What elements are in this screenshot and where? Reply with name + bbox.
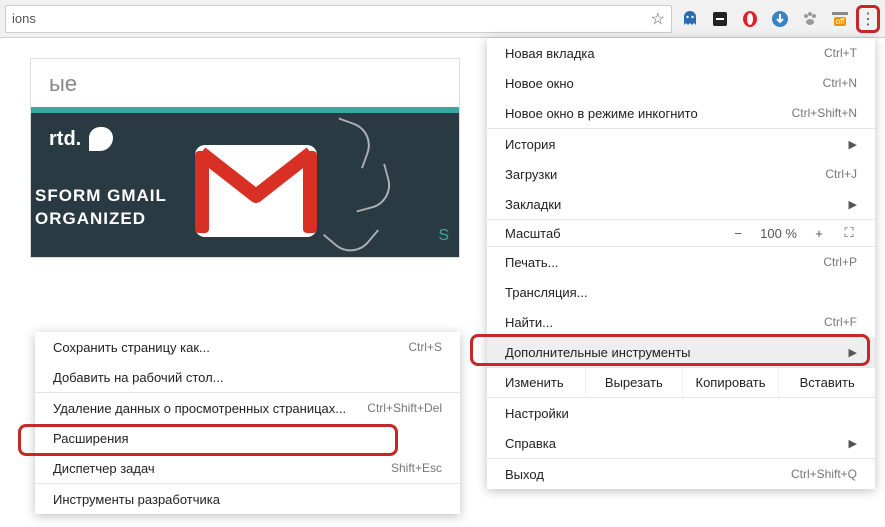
submenu-extensions[interactable]: Расширения [35,423,460,453]
menu-bookmarks[interactable]: Закладки▶ [487,189,875,219]
menu-history[interactable]: История▶ [487,129,875,159]
menu-cast[interactable]: Трансляция... [487,277,875,307]
browser-toolbar: ions ☆ off ⋮ [0,0,885,38]
fullscreen-icon[interactable]: ⛶ [841,225,857,241]
ghostery-icon[interactable] [680,9,700,29]
paw-ext-icon[interactable] [800,9,820,29]
extension-icons: off [680,9,856,29]
download-ext-icon[interactable] [770,9,790,29]
chevron-right-icon: ▶ [849,198,857,211]
menu-settings[interactable]: Настройки [487,398,875,428]
submenu-dev-tools[interactable]: Инструменты разработчика [35,484,460,514]
extensions-panel: ые rtd. SFORM GMAIL ORGANIZED S [30,58,460,258]
dark-ext-icon[interactable] [710,9,730,29]
panel-heading: ые [31,59,459,107]
menu-new-window[interactable]: Новое окноCtrl+N [487,68,875,98]
menu-cut[interactable]: Вырезать [585,368,682,397]
chevron-right-icon: ▶ [849,346,857,359]
gmail-logo-icon [191,141,321,244]
menu-find[interactable]: Найти...Ctrl+F [487,307,875,337]
chrome-menu-button[interactable]: ⋮ [856,5,880,33]
more-tools-submenu: Сохранить страницу как...Ctrl+S Добавить… [35,332,460,514]
menu-new-tab[interactable]: Новая вкладкаCtrl+T [487,38,875,68]
menu-downloads[interactable]: ЗагрузкиCtrl+J [487,159,875,189]
submenu-save-as[interactable]: Сохранить страницу как...Ctrl+S [35,332,460,362]
menu-copy[interactable]: Копировать [682,368,779,397]
menu-zoom: Масштаб − 100 % + ⛶ [487,220,875,246]
banner-text: SFORM GMAIL ORGANIZED [35,185,167,231]
menu-more-tools[interactable]: Дополнительные инструменты▶ [487,337,875,367]
menu-print[interactable]: Печать...Ctrl+P [487,247,875,277]
menu-incognito[interactable]: Новое окно в режиме инкогнитоCtrl+Shift+… [487,98,875,128]
promo-banner: rtd. SFORM GMAIL ORGANIZED S [31,107,459,257]
address-bar[interactable]: ions ☆ [5,5,672,33]
zoom-out-button[interactable]: − [730,226,746,241]
url-text: ions [12,11,651,26]
submenu-task-manager[interactable]: Диспетчер задачShift+Esc [35,453,460,483]
chevron-right-icon: ▶ [849,437,857,450]
zoom-value: 100 % [760,226,797,241]
banner-cta: S [438,227,451,245]
bookmark-star-icon[interactable]: ☆ [651,9,665,29]
chrome-main-menu: Новая вкладкаCtrl+T Новое окноCtrl+N Нов… [487,38,875,489]
toggle-ext-icon[interactable]: off [830,9,850,29]
menu-edit-row: Изменить Вырезать Копировать Вставить [487,368,875,397]
menu-paste[interactable]: Вставить [778,368,875,397]
opera-icon[interactable] [740,9,760,29]
submenu-add-desktop[interactable]: Добавить на рабочий стол... [35,362,460,392]
arrow-icon [323,205,379,257]
arrow-icon [325,117,376,168]
menu-exit[interactable]: ВыходCtrl+Shift+Q [487,459,875,489]
submenu-clear-data[interactable]: Удаление данных о просмотренных страница… [35,393,460,423]
chevron-right-icon: ▶ [849,138,857,151]
brand-text: rtd. [49,128,81,151]
menu-edit-label: Изменить [487,368,585,397]
squirrel-icon [89,127,113,151]
zoom-in-button[interactable]: + [811,226,827,241]
arrow-icon [347,164,396,213]
menu-help[interactable]: Справка▶ [487,428,875,458]
